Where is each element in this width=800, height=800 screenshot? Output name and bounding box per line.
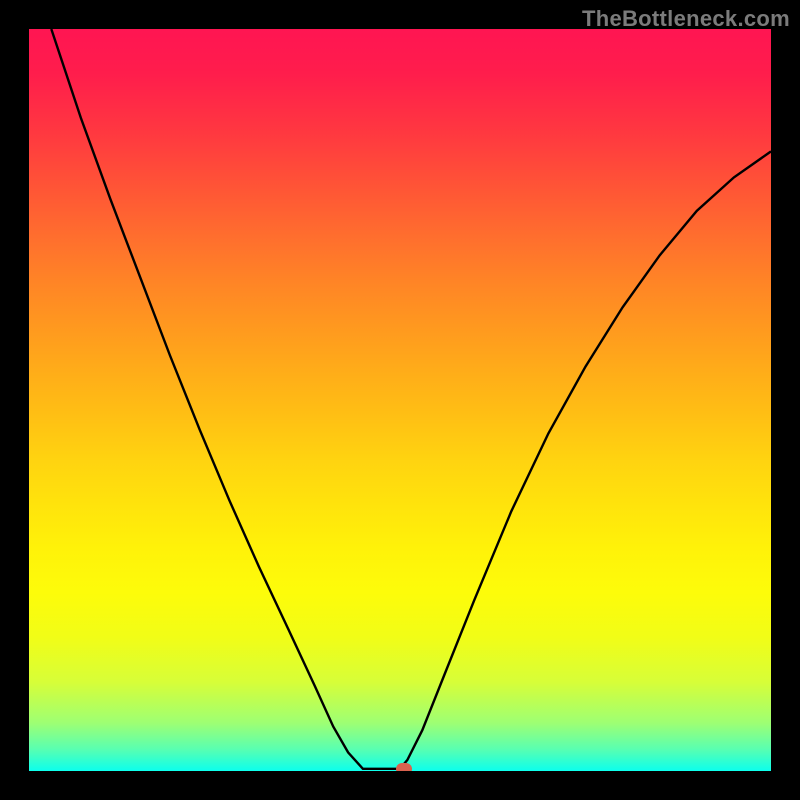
chart-frame [0,0,800,800]
curve-path [51,29,771,769]
bottleneck-curve [29,29,771,771]
watermark-text: TheBottleneck.com [582,6,790,32]
optimum-marker [396,763,412,771]
plot-area [29,29,771,771]
